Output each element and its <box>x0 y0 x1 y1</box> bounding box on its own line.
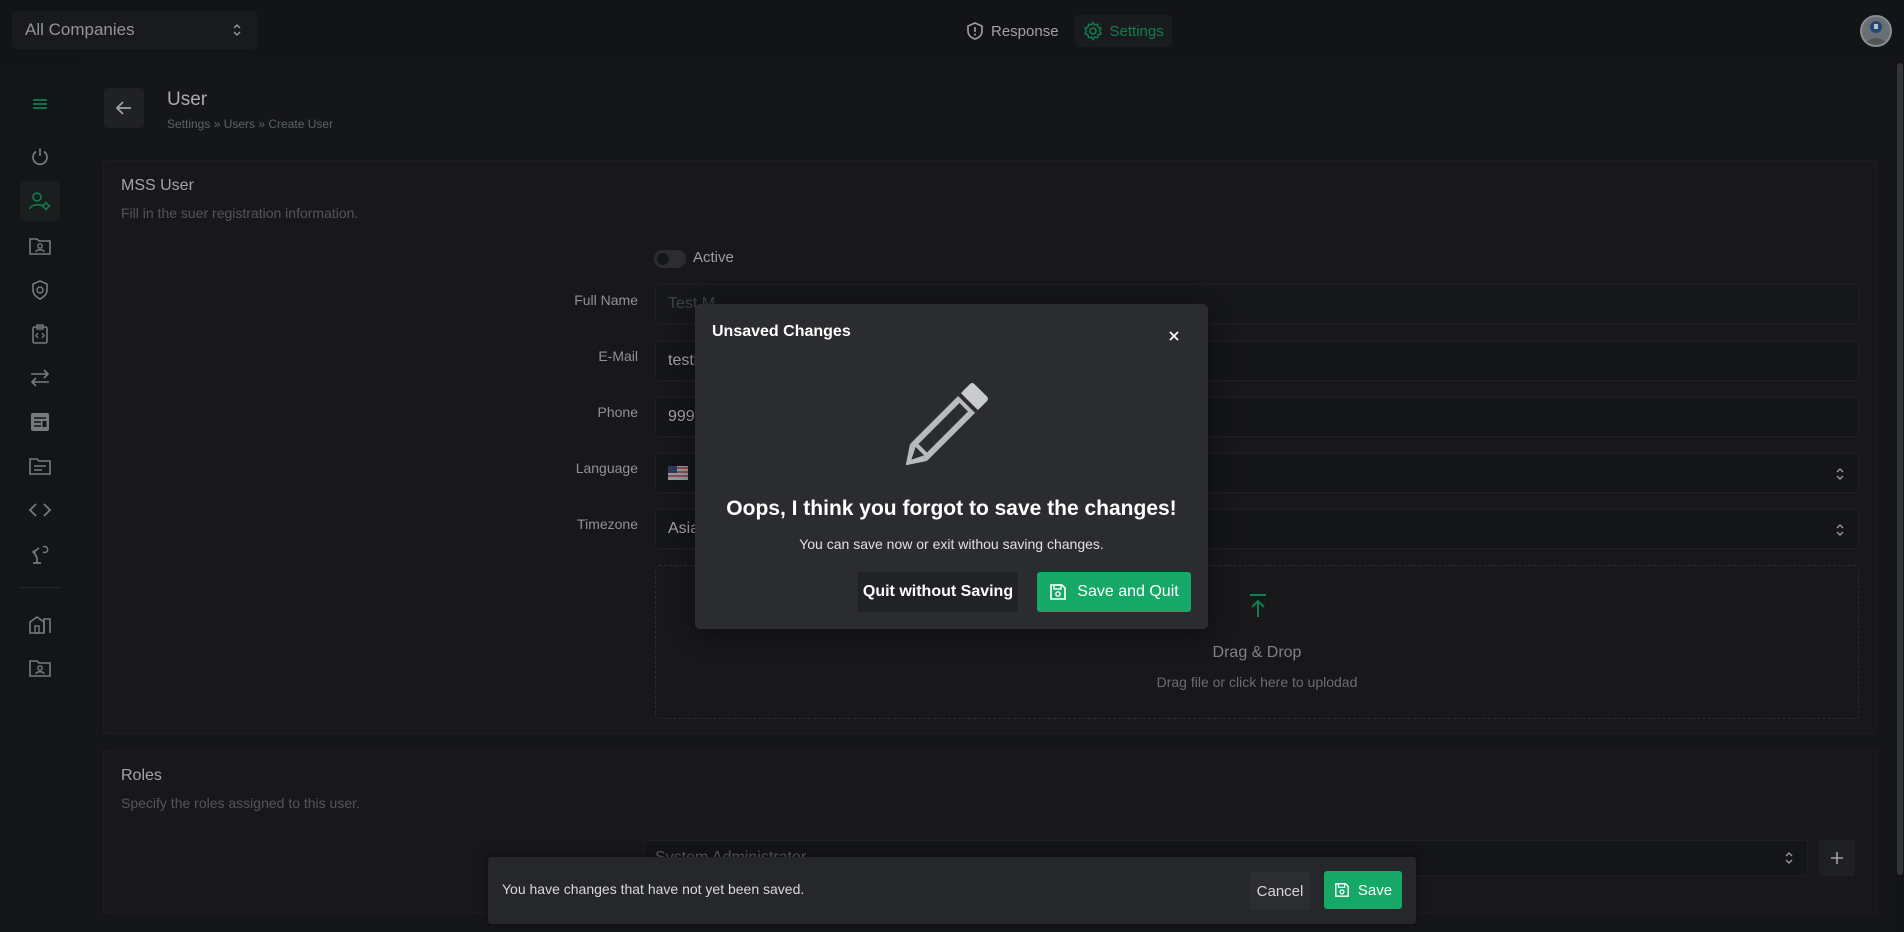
save-and-quit-button[interactable]: Save and Quit <box>1037 572 1191 612</box>
floppy-disk-icon <box>1334 882 1350 898</box>
cancel-label: Cancel <box>1256 882 1304 900</box>
save-button[interactable]: Save <box>1324 871 1402 909</box>
save-and-quit-label: Save and Quit <box>1077 583 1179 600</box>
pencil-icon <box>895 368 1007 472</box>
quit-without-saving-button[interactable]: Quit without Saving <box>858 572 1018 612</box>
save-label: Save <box>1357 881 1393 899</box>
unsaved-message: You have changes that have not yet been … <box>502 881 805 897</box>
close-button[interactable] <box>1164 326 1184 346</box>
modal-heading: Oops, I think you forgot to save the cha… <box>726 497 1177 520</box>
quit-button-label: Quit without Saving <box>862 583 1014 600</box>
cancel-button[interactable]: Cancel <box>1250 872 1310 910</box>
unsaved-changes-modal: Unsaved Changes Oops, I think you forgot… <box>695 304 1208 629</box>
floppy-disk-icon <box>1049 583 1067 601</box>
close-icon <box>1167 329 1181 343</box>
unsaved-changes-bar: You have changes that have not yet been … <box>488 857 1416 924</box>
modal-message: You can save now or exit withou saving c… <box>799 536 1104 552</box>
modal-title: Unsaved Changes <box>712 323 851 340</box>
